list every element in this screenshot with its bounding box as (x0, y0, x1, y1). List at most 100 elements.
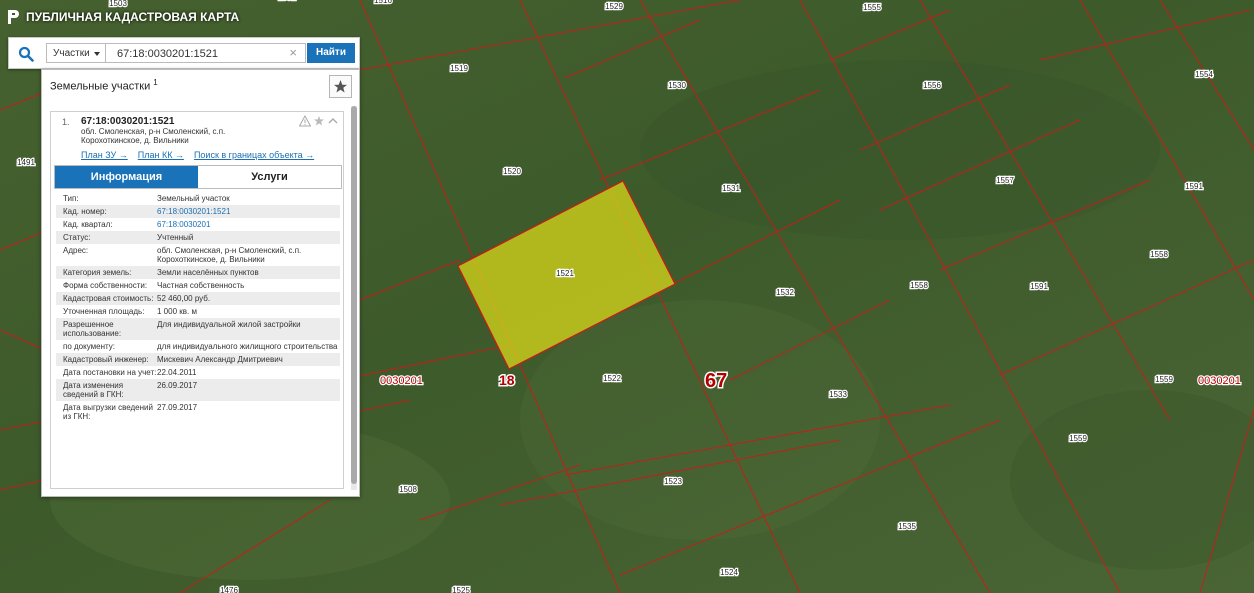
chevron-up-icon[interactable] (327, 115, 339, 127)
info-row: Уточненная площадь: 1 000 кв. м (56, 305, 340, 318)
info-value: Для индивидуальной жилой застройки (157, 320, 301, 329)
parcel-number-label[interactable]: 1559 (1068, 433, 1089, 445)
search-type-select[interactable]: Участки (46, 43, 106, 63)
app-title[interactable]: ПУБЛИЧНАЯ КАДАСТРОВАЯ КАРТА (8, 10, 239, 24)
info-value: Земли населённых пунктов (157, 268, 259, 277)
favorite-button[interactable] (329, 75, 352, 98)
panel-title-count: 1 (153, 78, 158, 87)
parcel-number-label[interactable]: 1521 (555, 268, 576, 280)
info-key: Адрес: (63, 246, 89, 255)
panel-scrollbar[interactable] (351, 106, 357, 490)
info-value: 1 000 кв. м (157, 307, 197, 316)
info-value: 27.09.2017 (157, 403, 198, 412)
info-value: 22.04.2011 (157, 368, 197, 377)
result-cadastral-number[interactable]: 67:18:0030201:1521 (81, 116, 174, 127)
info-key: Статус: (63, 233, 91, 242)
scrollbar-thumb[interactable] (351, 106, 357, 484)
link-search-in-bounds[interactable]: Поиск в границах объекта → (194, 150, 314, 160)
result-address: обл. Смоленская, р-н Смоленский, с.п. Ко… (81, 127, 226, 145)
parcel-number-label[interactable]: 1524 (719, 567, 740, 579)
star-icon[interactable] (313, 115, 325, 127)
parcel-number-label[interactable]: 1591 (277, 0, 298, 3)
search-type-label: Участки (53, 48, 90, 59)
tab-information[interactable]: Информация (55, 166, 198, 188)
info-key: Уточненная площадь: (63, 307, 145, 316)
parcel-number-label[interactable]: 1529 (604, 1, 625, 13)
quarter-label-left: 0030201 (380, 375, 423, 387)
result-tabs: Информация Услуги (54, 165, 342, 189)
info-row: Разрешенное использование: Для индивидуал… (56, 318, 340, 340)
parcel-number-label[interactable]: 1559 (1154, 374, 1175, 386)
app-title-text: ПУБЛИЧНАЯ КАДАСТРОВАЯ КАРТА (26, 10, 240, 24)
info-row: Кад. квартал: 67:18:0030201 (56, 218, 340, 231)
info-row: Кадастровая стоимость: 52 460,00 руб. (56, 292, 340, 305)
link-plan-kk[interactable]: План КК → (138, 150, 184, 160)
parcel-number-label[interactable]: 1591 (1029, 281, 1050, 293)
parcel-number-label[interactable]: 1535 (897, 521, 918, 533)
parcel-number-label[interactable]: 1557 (995, 175, 1016, 187)
warning-icon[interactable] (299, 115, 311, 127)
parcel-number-label[interactable]: 1531 (721, 183, 742, 195)
panel-title-text: Земельные участки (50, 80, 151, 93)
result-links: План ЗУ → План КК → Поиск в границах объ… (81, 150, 314, 160)
parcel-number-label[interactable]: 1532 (775, 287, 796, 299)
info-value: Учтенный (157, 233, 194, 242)
panel-title: Земельные участки 1 (50, 78, 158, 93)
parcel-number-label[interactable]: 1558 (1149, 249, 1170, 261)
link-plan-zu[interactable]: План ЗУ → (81, 150, 128, 160)
parcel-number-label[interactable]: 1519 (449, 63, 470, 75)
parcel-number-label[interactable]: 1491 (16, 157, 37, 169)
info-key: Разрешенное использование: (63, 320, 122, 338)
parcel-number-label[interactable]: 1533 (828, 389, 849, 401)
info-value: для индивидуального жилищного строительс… (157, 342, 338, 351)
info-row: Кад. номер: 67:18:0030201:1521 (56, 205, 340, 218)
info-key: Дата постановки на учет: (63, 368, 157, 377)
search-bar: Участки 67:18:0030201:1521 × Найти (8, 37, 360, 69)
star-icon (334, 80, 347, 93)
parcel-number-label[interactable]: 1556 (922, 80, 943, 92)
parcel-number-label[interactable]: 1591 (1184, 181, 1205, 193)
parcel-number-label[interactable]: 1476 (219, 585, 240, 593)
parcel-number-label[interactable]: 1523 (663, 476, 684, 488)
logo-icon (8, 10, 19, 24)
info-value[interactable]: 67:18:0030201 (157, 220, 340, 229)
search-icon[interactable] (18, 46, 34, 62)
parcel-number-label[interactable]: 1522 (602, 373, 623, 385)
info-key: Кад. квартал: (63, 220, 113, 229)
result-index: 1. (62, 117, 70, 127)
district-label: 18 (499, 372, 515, 388)
info-key: Кад. номер: (63, 207, 107, 216)
info-value: 26.09.2017 (157, 381, 198, 390)
info-row: Дата постановки на учет: 22.04.2011 (56, 366, 340, 379)
find-button[interactable]: Найти (307, 43, 355, 63)
info-row: Категория земель: Земли населённых пункто… (56, 266, 340, 279)
info-key: Кадастровая стоимость: (63, 294, 154, 303)
result-card[interactable]: 1. 67:18:0030201:1521 обл. Смоленская, р… (50, 111, 344, 489)
info-row: Дата выгрузки сведений из ГКН: 27.09.2017 (56, 401, 340, 423)
info-row: Форма собственности: Частная собственност… (56, 279, 340, 292)
info-value: 52 460,00 руб. (157, 294, 211, 303)
parcel-number-label[interactable]: 1520 (502, 166, 523, 178)
search-input-value: 67:18:0030201:1521 (117, 48, 218, 60)
tab-services[interactable]: Услуги (198, 166, 341, 188)
parcel-number-label[interactable]: 1554 (1194, 69, 1215, 81)
parcel-number-label[interactable]: 1525 (451, 585, 472, 593)
results-panel: Земельные участки 1 1. 67:18:0030201:152… (41, 69, 360, 497)
info-value[interactable]: 67:18:0030201:1521 (157, 207, 340, 216)
region-label: 67 (705, 370, 727, 392)
info-key: Форма собственности: (63, 281, 148, 290)
parcel-number-label[interactable]: 1508 (398, 484, 419, 496)
parcel-number-label[interactable]: 1558 (909, 280, 930, 292)
parcel-number-label[interactable]: 1503 (108, 0, 129, 9)
info-row: Тип: Земельный участок (56, 192, 340, 205)
search-input[interactable]: 67:18:0030201:1521 × (106, 43, 306, 63)
info-row: Кадастровый инженер: Мискевич Александр Д… (56, 353, 340, 366)
parcel-number-label[interactable]: 1555 (862, 2, 883, 14)
info-key: Дата изменения сведений в ГКН: (63, 381, 124, 399)
parcel-number-label[interactable]: 1530 (667, 80, 688, 92)
parcel-number-label[interactable]: 1516 (373, 0, 394, 6)
clear-icon[interactable]: × (289, 46, 297, 60)
info-key: Категория земель: (63, 268, 132, 277)
chevron-down-icon (94, 52, 100, 56)
info-table: Тип: Земельный участок Кад. номер: 67:18:00… (56, 192, 340, 423)
